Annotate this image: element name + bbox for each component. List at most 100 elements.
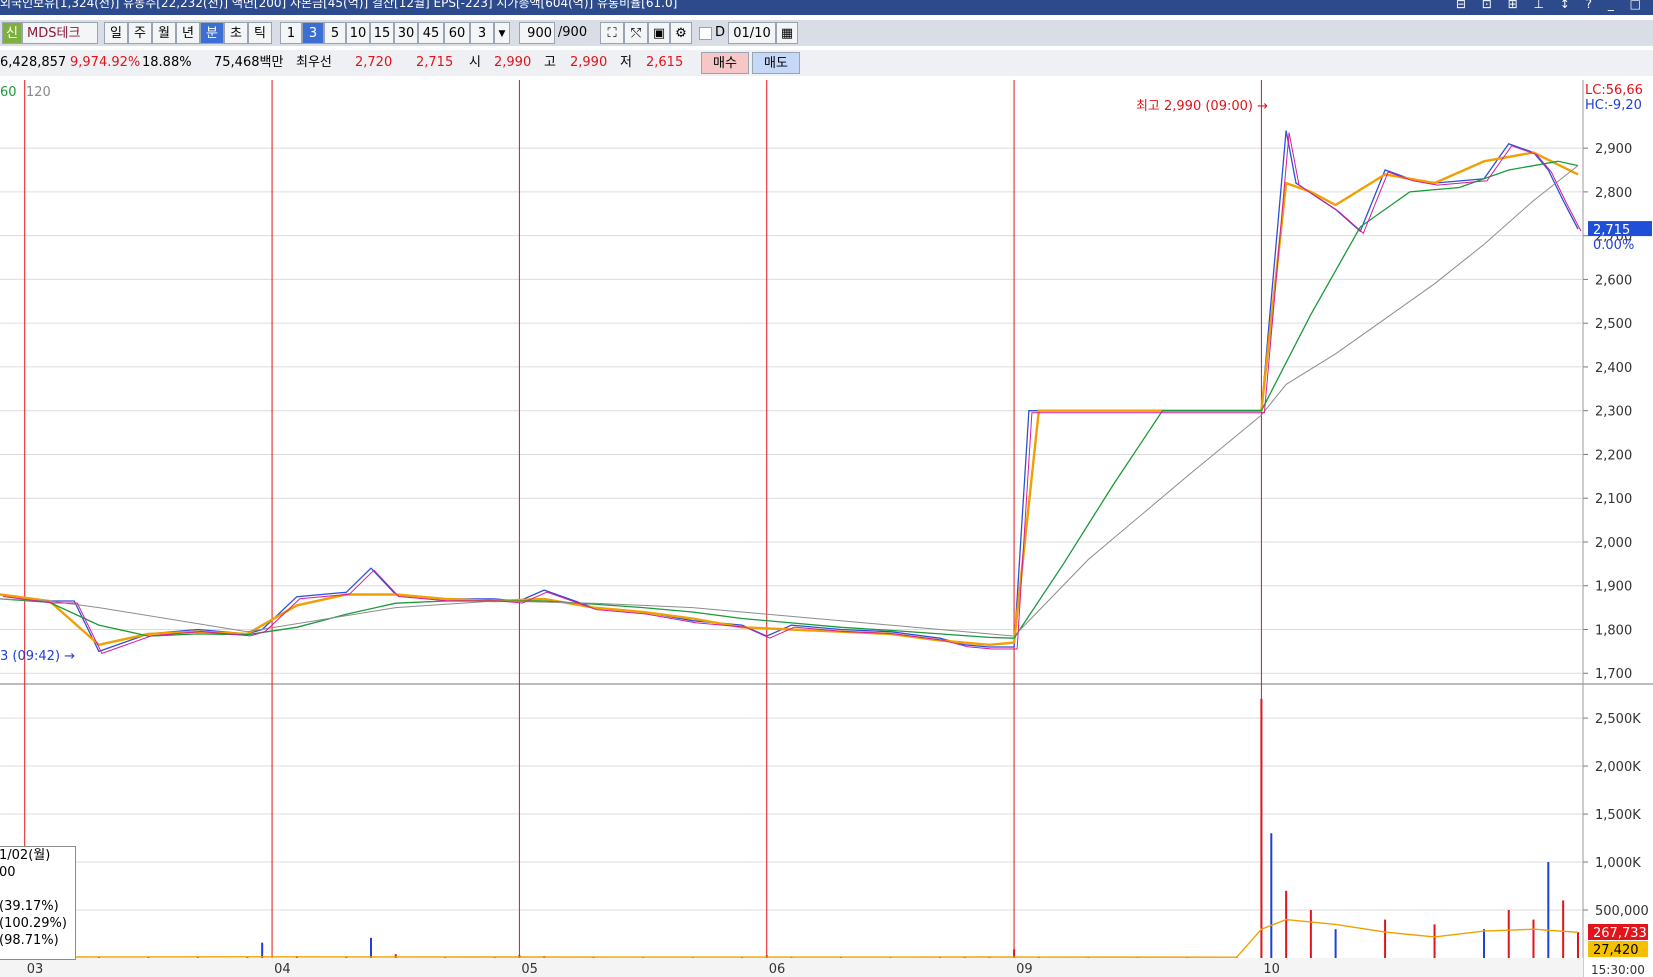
candle-tool-icon[interactable]: ⛶: [600, 22, 624, 44]
volume-tick-label: 1,000K: [1595, 856, 1641, 871]
interval-button[interactable]: 60: [444, 22, 470, 44]
price-tick-label: 2,200: [1595, 448, 1632, 463]
price-tick-label: 2,800: [1595, 186, 1632, 201]
volume-tick-label: 500,000: [1595, 904, 1649, 919]
volume-bar: [1562, 900, 1565, 958]
gear-icon[interactable]: ⚙: [670, 22, 692, 44]
price-tick-label: 1,800: [1595, 623, 1632, 638]
interval-button[interactable]: 30: [394, 22, 418, 44]
period-button[interactable]: 분: [200, 22, 224, 44]
period-button[interactable]: 틱: [248, 22, 272, 44]
x-tick-label: 04: [274, 962, 291, 977]
trade-amount: 75,468백만: [214, 55, 284, 70]
volume-badge2: 27,420: [1593, 943, 1639, 958]
volume-tick-label: 2,500K: [1595, 712, 1641, 727]
info-line: [0, 881, 75, 898]
price-tick-label: 2,600: [1595, 273, 1632, 288]
stock-chart[interactable]: 2,9002,8002,7002,6002,5002,4002,3002,200…: [0, 80, 1653, 977]
open-label: 시: [469, 55, 481, 70]
x-tick-label: 09: [1016, 962, 1033, 977]
title-text: 외국인보유[1,324(천)] 유동주[22,232(천)] 액면[200] 자…: [0, 0, 678, 10]
interval-button[interactable]: 10: [346, 22, 370, 44]
x-tick-label: 05: [521, 962, 538, 977]
interval-button[interactable]: 5: [324, 22, 346, 44]
volume-bar: [1507, 910, 1510, 958]
interval-button[interactable]: 3: [302, 22, 324, 44]
info-line: (98.71%): [0, 933, 59, 948]
title-bar: 외국인보유[1,324(천)] 유동주[22,232(천)] 액면[200] 자…: [0, 0, 1653, 15]
volume-bar: [1577, 932, 1579, 958]
save-icon[interactable]: ▣: [648, 22, 670, 44]
best-bid-price: 2,715: [416, 55, 454, 70]
count-total: /900: [557, 25, 588, 40]
window-controls[interactable]: ⊟ ⊡ ⊞ ⊥ ↕ ? _ □: [1456, 0, 1647, 12]
calendar-icon[interactable]: ▦: [776, 22, 798, 44]
volume-bar: [1309, 910, 1312, 958]
info-line: (39.17%): [0, 899, 59, 914]
date-input[interactable]: 01/10: [728, 22, 776, 44]
volume-bar: [261, 942, 264, 958]
low-marker: 3 (09:42) →: [0, 649, 75, 664]
volume-bar: [1334, 929, 1337, 958]
period-button[interactable]: 초: [224, 22, 248, 44]
volume-bar: [1260, 698, 1263, 958]
chart-background: [0, 80, 1653, 977]
info-line: 00: [0, 865, 16, 880]
price-tick-label: 2,400: [1595, 361, 1632, 376]
volume-ratio: 9,974.92%: [70, 55, 141, 70]
open-price: 2,990: [494, 55, 532, 70]
legend-ma120: 120: [26, 85, 51, 100]
volume-badge: 267,733: [1593, 926, 1647, 941]
date-prefix: D: [714, 25, 725, 40]
x-tick-label: 03: [27, 962, 44, 977]
price-tick-label: 2,000: [1595, 536, 1632, 551]
buy-button[interactable]: 매수: [701, 52, 749, 74]
best-ask-price: 2,720: [355, 55, 393, 70]
legend-ma60: 60: [0, 85, 17, 100]
price-tick-label: 2,100: [1595, 492, 1632, 507]
sell-button[interactable]: 매도: [752, 52, 800, 74]
draw-tool-icon[interactable]: ⤲: [624, 22, 648, 44]
period-button[interactable]: 월: [152, 22, 176, 44]
trade-volume: 6,428,857: [0, 55, 67, 70]
x-tick-label: 06: [769, 962, 786, 977]
volume-tick-label: 1,500K: [1595, 808, 1641, 823]
volume-bar: [1285, 890, 1288, 958]
price-tick-label: 2,900: [1595, 142, 1632, 157]
period-button[interactable]: 일: [104, 22, 128, 44]
interval-button[interactable]: 15: [370, 22, 394, 44]
price-tick-label: 2,500: [1595, 317, 1632, 332]
date-checkbox[interactable]: [699, 27, 712, 40]
interval-button[interactable]: 1: [280, 22, 302, 44]
crosshair-info-box: 1/02(월) 00 (39.17%) (100.29%) (98.71%): [0, 846, 76, 960]
current-price-badge: 2,715: [1593, 223, 1630, 238]
price-tick-label: 1,700: [1595, 667, 1632, 682]
x-tick-label: 10: [1263, 962, 1280, 977]
interval-button[interactable]: 45: [418, 22, 444, 44]
dropdown-arrow-icon[interactable]: ▼: [494, 22, 510, 44]
best-bid-label: 최우선: [296, 55, 332, 70]
info-line: (100.29%): [0, 916, 67, 931]
change-pct: 0.00%: [1593, 238, 1634, 253]
turnover-rate: 18.88%: [142, 55, 192, 70]
info-line: 1/02(월): [0, 848, 51, 863]
volume-bar: [1270, 833, 1273, 958]
volume-bar: [1532, 919, 1535, 958]
period-button[interactable]: 년: [176, 22, 200, 44]
count-input[interactable]: 900: [519, 22, 555, 44]
quote-bar: 6,428,857 9,974.92% 18.88% 75,468백만 최우선 …: [0, 50, 1653, 76]
stock-name-input[interactable]: MDS테크: [22, 22, 98, 44]
period-button[interactable]: 주: [128, 22, 152, 44]
volume-bar: [370, 937, 373, 958]
volume-bar: [1483, 929, 1486, 958]
price-tick-label: 2,300: [1595, 405, 1632, 420]
interval-input[interactable]: 3: [470, 22, 494, 44]
high-marker: 최고 2,990 (09:00) →: [1136, 99, 1268, 114]
volume-bar: [1547, 862, 1550, 958]
stock-badge: 신: [2, 22, 22, 44]
volume-bar: [1384, 919, 1387, 958]
low-price: 2,615: [646, 55, 684, 70]
low-label: 저: [620, 55, 632, 70]
high-label: 고: [544, 55, 556, 70]
volume-bar: [1433, 924, 1436, 958]
